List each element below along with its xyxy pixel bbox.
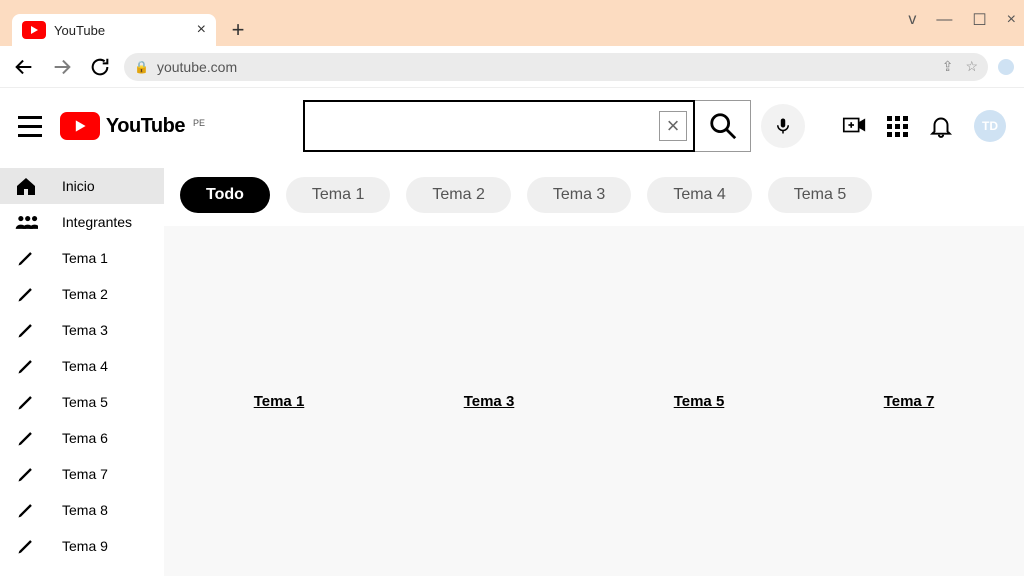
search-input[interactable]: [311, 117, 659, 135]
yt-header: YouTube PE × TD: [0, 88, 1024, 164]
browser-profile-avatar[interactable]: [998, 59, 1014, 75]
window-close-icon[interactable]: ×: [1007, 11, 1016, 29]
pencil-icon: [12, 392, 40, 412]
address-bar[interactable]: 🔒 youtube.com ⇪ ☆: [124, 53, 988, 81]
sidebar-item-inicio[interactable]: Inicio: [0, 168, 164, 204]
feed-card-title[interactable]: Tema 5: [674, 393, 725, 410]
search-button[interactable]: [695, 100, 751, 152]
sidebar-item-label: Tema 6: [62, 430, 108, 446]
tab-close-icon[interactable]: ×: [197, 21, 206, 39]
window-minimize-icon[interactable]: —: [936, 11, 952, 29]
youtube-play-icon: [60, 112, 100, 140]
logo-text: YouTube: [106, 115, 185, 138]
sidebar-item-label: Tema 3: [62, 322, 108, 338]
sidebar-item-label: Tema 1: [62, 250, 108, 266]
chip-todo[interactable]: Todo: [180, 177, 270, 213]
sidebar-item-label: Tema 8: [62, 502, 108, 518]
browser-tabstrip: YouTube × + v — ☐ ×: [0, 0, 1024, 46]
sidebar-item-tema-3[interactable]: Tema 3: [0, 312, 164, 348]
window-controls: v — ☐ ×: [908, 10, 1016, 30]
sidebar-item-tema-7[interactable]: Tema 7: [0, 456, 164, 492]
pencil-icon: [12, 248, 40, 268]
pencil-icon: [12, 500, 40, 520]
feed-card[interactable]: Tema 3: [414, 393, 564, 410]
feed-card[interactable]: Tema 1: [204, 393, 354, 410]
bookmark-star-icon[interactable]: ☆: [965, 58, 978, 75]
youtube-favicon: [22, 21, 46, 39]
browser-toolbar: 🔒 youtube.com ⇪ ☆: [0, 46, 1024, 88]
sidebar-item-label: Inicio: [62, 178, 95, 194]
pencil-icon: [12, 428, 40, 448]
sidebar-item-tema-9[interactable]: Tema 9: [0, 528, 164, 564]
share-icon[interactable]: ⇪: [942, 58, 954, 75]
nav-back-button[interactable]: [10, 53, 38, 81]
feed-card[interactable]: Tema 5: [624, 393, 774, 410]
pencil-icon: [12, 284, 40, 304]
country-code: PE: [193, 118, 205, 128]
new-tab-button[interactable]: +: [224, 16, 252, 44]
notifications-bell-icon[interactable]: [928, 112, 954, 141]
url-text: youtube.com: [157, 59, 237, 75]
sidebar-item-label: Tema 4: [62, 358, 108, 374]
tab-title: YouTube: [54, 23, 189, 38]
sidebar-item-label: Tema 9: [62, 538, 108, 554]
create-video-icon[interactable]: [841, 112, 867, 141]
window-account-letter[interactable]: v: [908, 11, 916, 29]
chip-tema-1[interactable]: Tema 1: [286, 177, 390, 213]
account-avatar[interactable]: TD: [974, 110, 1006, 142]
feed-card-title[interactable]: Tema 3: [464, 393, 515, 410]
sidebar-item-integrantes[interactable]: Integrantes: [0, 204, 164, 240]
feed-card[interactable]: Tema 7: [834, 393, 984, 410]
sidebar-item-label: Tema 5: [62, 394, 108, 410]
avatar-initials: TD: [982, 119, 998, 133]
lock-icon: 🔒: [134, 60, 149, 74]
home-icon: [12, 176, 40, 196]
sidebar-item-tema-8[interactable]: Tema 8: [0, 492, 164, 528]
sidebar-item-tema-4[interactable]: Tema 4: [0, 348, 164, 384]
chip-tema-2[interactable]: Tema 2: [406, 177, 510, 213]
sidebar-item-tema-5[interactable]: Tema 5: [0, 384, 164, 420]
sidebar-item-label: Integrantes: [62, 214, 132, 230]
sidebar-item-tema-1[interactable]: Tema 1: [0, 240, 164, 276]
chip-tema-4[interactable]: Tema 4: [647, 177, 751, 213]
pencil-icon: [12, 320, 40, 340]
search-box[interactable]: ×: [303, 100, 695, 152]
sidebar-item-label: Tema 2: [62, 286, 108, 302]
chip-tema-5[interactable]: Tema 5: [768, 177, 872, 213]
feed-card-title[interactable]: Tema 1: [254, 393, 305, 410]
window-maximize-icon[interactable]: ☐: [972, 10, 986, 30]
sidebar-item-tema-2[interactable]: Tema 2: [0, 276, 164, 312]
chip-tema-3[interactable]: Tema 3: [527, 177, 631, 213]
feed-card-title[interactable]: Tema 7: [884, 393, 935, 410]
video-feed: Tema 1 Tema 3 Tema 5 Tema 7: [164, 226, 1024, 576]
youtube-logo[interactable]: YouTube PE: [60, 112, 205, 140]
apps-grid-icon[interactable]: [887, 116, 908, 137]
menu-button[interactable]: [18, 116, 42, 137]
sidebar-item-label: Tema 7: [62, 466, 108, 482]
nav-forward-button[interactable]: [48, 53, 76, 81]
sidebar-item-tema-6[interactable]: Tema 6: [0, 420, 164, 456]
people-icon: [12, 212, 40, 232]
pencil-icon: [12, 464, 40, 484]
sidebar: Inicio Integrantes Tema 1 Tema 2 Tema 3 Tema …: [0, 164, 164, 576]
pencil-icon: [12, 536, 40, 556]
pencil-icon: [12, 356, 40, 376]
voice-search-button[interactable]: [761, 104, 805, 148]
filter-chip-bar: Todo Tema 1 Tema 2 Tema 3 Tema 4 Tema 5: [164, 164, 1024, 226]
browser-tab[interactable]: YouTube ×: [12, 14, 216, 46]
clear-search-icon[interactable]: ×: [659, 111, 687, 141]
nav-reload-button[interactable]: [86, 53, 114, 81]
